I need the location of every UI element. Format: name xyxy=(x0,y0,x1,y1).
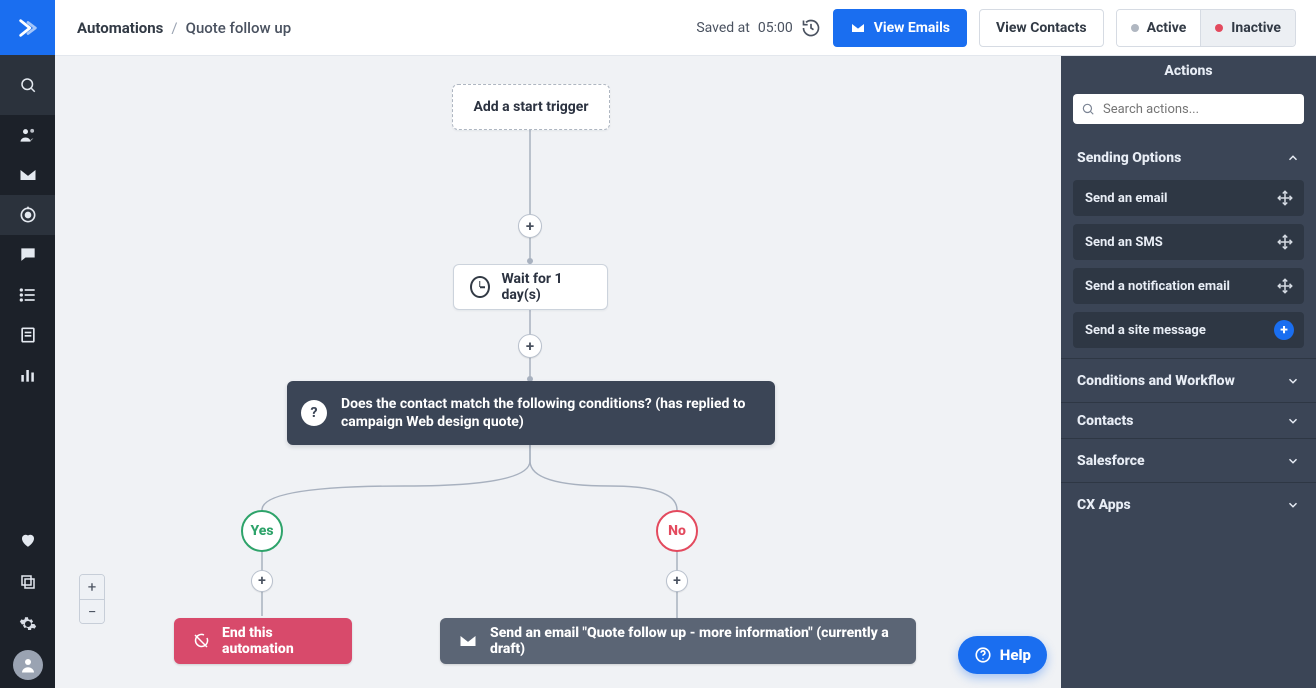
view-contacts-label: View Contacts xyxy=(996,20,1087,36)
brand-logo[interactable] xyxy=(0,0,55,55)
add-step-2[interactable]: + xyxy=(518,334,542,358)
zoom-in-button[interactable]: + xyxy=(80,575,104,599)
nav-search[interactable] xyxy=(0,55,55,115)
action-send-sms-label: Send an SMS xyxy=(1085,235,1163,250)
wait-node[interactable]: Wait for 1 day(s) xyxy=(453,264,608,310)
user-avatar[interactable] xyxy=(13,650,43,680)
branch-yes-label: Yes xyxy=(250,523,273,539)
actions-search-input[interactable] xyxy=(1073,94,1304,124)
section-conditions[interactable]: Conditions and Workflow xyxy=(1061,358,1316,402)
view-contacts-button[interactable]: View Contacts xyxy=(979,9,1104,47)
condition-text: Does the contact match the following con… xyxy=(341,395,755,431)
section-conditions-label: Conditions and Workflow xyxy=(1077,373,1235,389)
nav-campaigns[interactable] xyxy=(0,155,55,195)
start-trigger-node[interactable]: Add a start trigger xyxy=(452,84,610,130)
move-icon xyxy=(1276,233,1294,251)
top-bar: Automations / Quote follow up Saved at 0… xyxy=(55,0,1316,56)
end-automation-action[interactable]: End this automation xyxy=(174,618,352,664)
email-icon xyxy=(458,631,478,651)
clock-icon xyxy=(470,276,490,298)
nav-reports[interactable] xyxy=(0,355,55,395)
branch-yes[interactable]: Yes xyxy=(241,510,283,552)
status-active-label: Active xyxy=(1147,20,1187,36)
branch-no[interactable]: No xyxy=(656,510,698,552)
action-send-notification-label: Send a notification email xyxy=(1085,279,1230,294)
move-icon xyxy=(1276,189,1294,207)
sending-items: Send an email Send an SMS Send a notific… xyxy=(1061,180,1316,358)
nav-favorites[interactable] xyxy=(0,524,55,556)
move-icon xyxy=(1276,277,1294,295)
section-salesforce[interactable]: Salesforce xyxy=(1061,438,1316,482)
add-yes-step[interactable]: + xyxy=(251,570,273,592)
automation-canvas[interactable]: Add a start trigger + Wait for 1 day(s) … xyxy=(55,56,1061,688)
end-icon xyxy=(192,632,210,650)
section-contacts[interactable]: Contacts xyxy=(1061,402,1316,438)
status-toggle: Active Inactive xyxy=(1116,9,1296,47)
status-inactive-label: Inactive xyxy=(1231,20,1281,36)
nav-copy[interactable] xyxy=(0,566,55,598)
section-salesforce-label: Salesforce xyxy=(1077,453,1145,469)
action-send-site-message-label: Send a site message xyxy=(1085,323,1206,338)
flow-connectors xyxy=(55,56,1061,688)
nav-contacts[interactable] xyxy=(0,115,55,155)
saved-status: Saved at 05:00 xyxy=(696,18,820,38)
breadcrumb: Automations / Quote follow up xyxy=(77,19,291,37)
action-send-email-label: Send an email xyxy=(1085,191,1167,206)
nav-forms[interactable] xyxy=(0,315,55,355)
action-send-email[interactable]: Send an email xyxy=(1073,180,1304,216)
breadcrumb-leaf: Quote follow up xyxy=(186,19,292,37)
send-email-label: Send an email "Quote follow up - more in… xyxy=(490,625,898,657)
status-active[interactable]: Active xyxy=(1117,10,1201,46)
actions-panel-title: Actions xyxy=(1061,56,1316,86)
nav-conversations[interactable] xyxy=(0,235,55,275)
plus-icon: + xyxy=(1274,320,1294,340)
action-send-site-message[interactable]: Send a site message + xyxy=(1073,312,1304,348)
saved-prefix: Saved at xyxy=(696,20,750,36)
search-icon xyxy=(1081,102,1095,116)
branch-no-label: No xyxy=(668,523,686,539)
dot-icon xyxy=(1131,24,1139,32)
section-cx-apps[interactable]: CX Apps xyxy=(1061,482,1316,526)
status-inactive[interactable]: Inactive xyxy=(1200,10,1295,46)
email-icon xyxy=(850,20,866,36)
wait-label: Wait for 1 day(s) xyxy=(502,271,591,303)
nav-automations[interactable] xyxy=(0,195,55,235)
help-icon xyxy=(974,646,992,664)
breadcrumb-root[interactable]: Automations xyxy=(77,19,163,37)
chevron-down-icon xyxy=(1286,454,1300,468)
zoom-controls: + − xyxy=(79,574,105,624)
action-send-notification[interactable]: Send a notification email xyxy=(1073,268,1304,304)
add-no-step[interactable]: + xyxy=(666,570,688,592)
history-icon[interactable] xyxy=(801,18,821,38)
dot-icon xyxy=(1215,24,1223,32)
chevron-up-icon xyxy=(1286,151,1300,165)
section-cx-apps-label: CX Apps xyxy=(1077,497,1131,513)
chevron-down-icon xyxy=(1286,414,1300,428)
section-sending-label: Sending Options xyxy=(1077,150,1181,166)
breadcrumb-separator: / xyxy=(171,19,177,37)
actions-panel: Actions Sending Options Send an email xyxy=(1061,56,1316,688)
view-emails-button[interactable]: View Emails xyxy=(833,9,967,47)
left-nav-rail xyxy=(0,0,55,688)
section-sending-options[interactable]: Sending Options xyxy=(1061,136,1316,180)
condition-node[interactable]: ? Does the contact match the following c… xyxy=(287,381,775,445)
start-trigger-label: Add a start trigger xyxy=(474,99,589,115)
saved-time: 05:00 xyxy=(758,20,793,36)
section-contacts-label: Contacts xyxy=(1077,413,1133,429)
action-send-sms[interactable]: Send an SMS xyxy=(1073,224,1304,260)
end-automation-label: End this automation xyxy=(222,625,334,657)
chevron-down-icon xyxy=(1286,374,1300,388)
send-email-action[interactable]: Send an email "Quote follow up - more in… xyxy=(440,618,916,664)
help-button[interactable]: Help xyxy=(958,636,1047,674)
zoom-out-button[interactable]: − xyxy=(80,599,104,623)
help-label: Help xyxy=(1000,646,1031,664)
view-emails-label: View Emails xyxy=(874,20,950,36)
question-icon: ? xyxy=(301,400,327,426)
nav-settings[interactable] xyxy=(0,608,55,640)
chevron-down-icon xyxy=(1286,498,1300,512)
nav-lists[interactable] xyxy=(0,275,55,315)
add-step-1[interactable]: + xyxy=(518,214,542,238)
